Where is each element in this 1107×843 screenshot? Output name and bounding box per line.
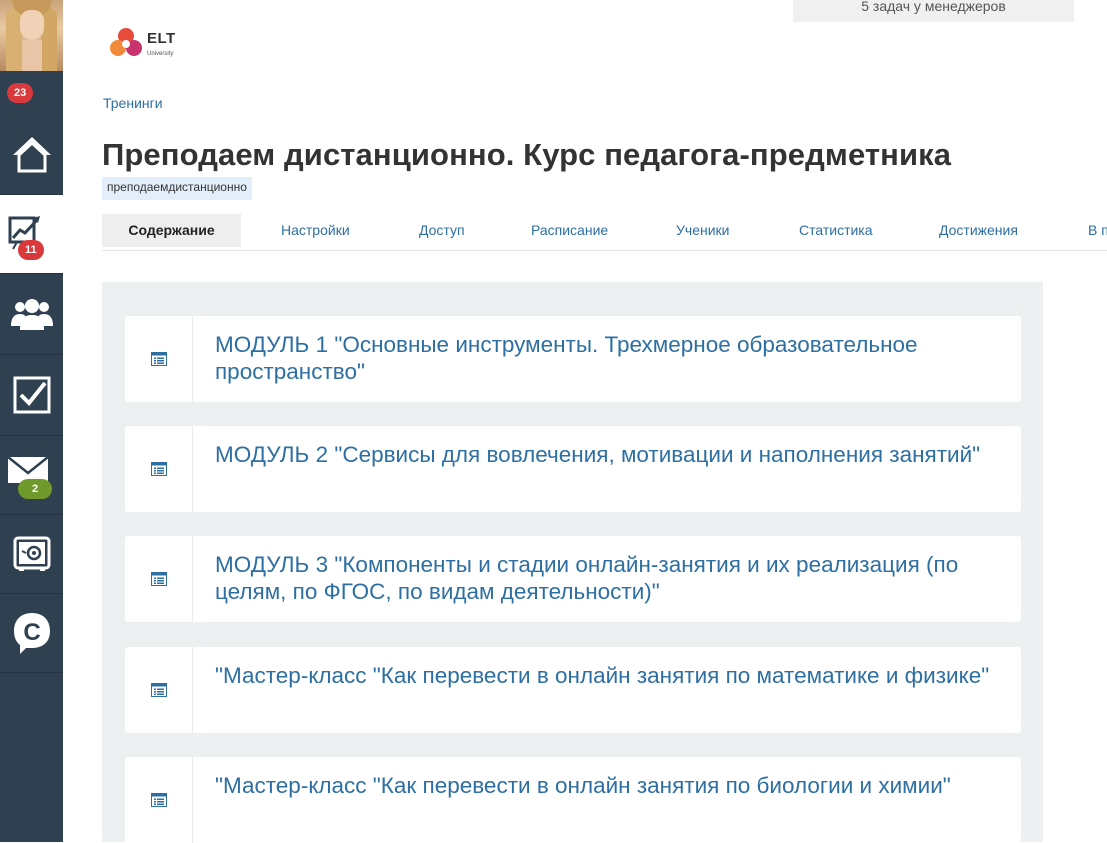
- tab-bar: Содержание Настройки Доступ Расписание У…: [102, 214, 1107, 251]
- tab-more[interactable]: В п: [1088, 214, 1107, 247]
- tab-content[interactable]: Содержание: [102, 214, 241, 247]
- page-title: Преподаем дистанционно. Курс педагога-пр…: [102, 137, 952, 172]
- list-doc-icon: [150, 572, 167, 586]
- tab-students[interactable]: Ученики: [676, 214, 729, 247]
- list-doc-icon: [150, 462, 167, 476]
- tab-schedule[interactable]: Расписание: [531, 214, 608, 247]
- module-item[interactable]: МОДУЛЬ 2 "Сервисы для вовлечения, мотива…: [125, 426, 1021, 512]
- module-item[interactable]: МОДУЛЬ 3 "Компоненты и стадии онлайн-зан…: [125, 536, 1021, 622]
- checkbox-icon: [13, 376, 50, 414]
- module-title: "Мастер-класс "Как перевести в онлайн за…: [215, 663, 990, 688]
- module-title: "Мастер-класс "Как перевести в онлайн за…: [215, 773, 951, 798]
- breadcrumb-trainings[interactable]: Тренинги: [103, 95, 163, 111]
- home-icon: [12, 137, 51, 173]
- sidebar-item-messages[interactable]: 2: [0, 436, 63, 515]
- tab-statistics[interactable]: Статистика: [799, 214, 873, 247]
- tab-access[interactable]: Доступ: [419, 214, 465, 247]
- sidebar-item-users[interactable]: [0, 274, 63, 355]
- svg-text:C: C: [23, 619, 40, 646]
- module-title: МОДУЛЬ 3 "Компоненты и стадии онлайн-зан…: [215, 552, 959, 604]
- tab-achievements[interactable]: Достижения: [939, 214, 1018, 247]
- logo[interactable]: ELT University: [107, 24, 197, 64]
- sidebar-item-safe[interactable]: [0, 515, 63, 594]
- sidebar-item-chat[interactable]: C: [0, 594, 63, 673]
- module-title: МОДУЛЬ 2 "Сервисы для вовлечения, мотива…: [215, 442, 981, 467]
- manager-tasks-label: 5 задач у менеджеров: [861, 0, 1006, 14]
- course-tag[interactable]: преподаемдистанционно: [102, 177, 252, 200]
- sidebar-item-trainings[interactable]: 11: [0, 195, 63, 274]
- module-title: МОДУЛЬ 1 "Основные инструменты. Трехмерн…: [215, 332, 918, 384]
- users-icon: [10, 299, 53, 330]
- list-doc-icon: [150, 683, 167, 697]
- module-item[interactable]: "Мастер-класс "Как перевести в онлайн за…: [125, 647, 1021, 733]
- safe-icon: [13, 536, 50, 571]
- list-doc-icon: [150, 352, 167, 366]
- manager-tasks-box[interactable]: 5 задач у менеджеров: [793, 0, 1074, 22]
- logo-text: ELT: [147, 30, 176, 47]
- module-item[interactable]: МОДУЛЬ 1 "Основные инструменты. Трехмерн…: [125, 316, 1021, 402]
- messages-badge: 2: [18, 479, 52, 499]
- tab-settings[interactable]: Настройки: [281, 214, 350, 247]
- list-doc-icon: [150, 793, 167, 807]
- trainings-badge: 11: [18, 240, 44, 260]
- chat-c-icon: C: [13, 613, 50, 654]
- notifications-badge[interactable]: 23: [7, 83, 34, 103]
- sidebar: 23 11 2 C: [0, 0, 63, 842]
- avatar[interactable]: [0, 0, 63, 71]
- logo-subtext: University: [147, 51, 174, 57]
- module-list-panel: МОДУЛЬ 1 "Основные инструменты. Трехмерн…: [102, 282, 1043, 843]
- module-item[interactable]: "Мастер-класс "Как перевести в онлайн за…: [125, 757, 1021, 843]
- sidebar-item-home[interactable]: [0, 114, 63, 195]
- sidebar-item-tasks[interactable]: [0, 355, 63, 436]
- elt-logo-icon: [110, 28, 142, 56]
